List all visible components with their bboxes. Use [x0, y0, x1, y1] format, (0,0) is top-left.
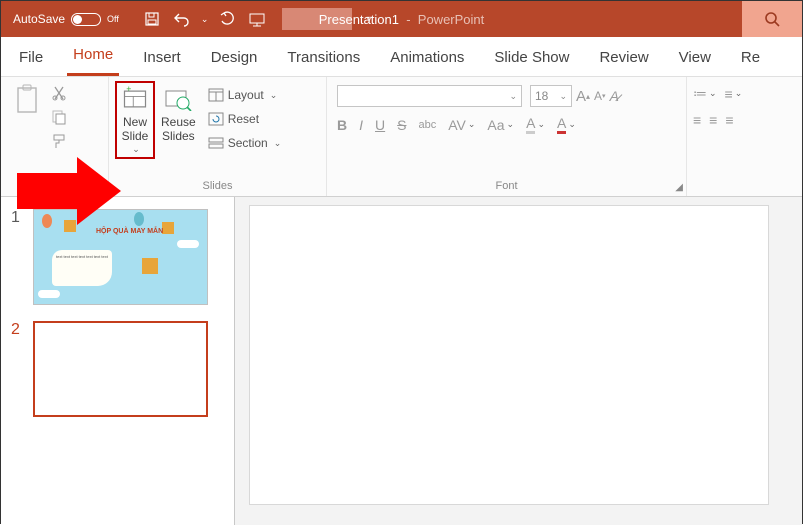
new-slide-button[interactable]: + New Slide ⌄	[115, 81, 155, 159]
undo-icon[interactable]	[171, 7, 193, 31]
thumbnail-row[interactable]: 2	[11, 321, 224, 417]
tab-transitions[interactable]: Transitions	[281, 41, 366, 76]
clipboard-icon	[13, 85, 41, 113]
tab-design[interactable]: Design	[205, 41, 264, 76]
quick-access-toolbar: AutoSave Off ⌄ ▿	[7, 7, 371, 31]
align-left-icon[interactable]: ≡	[693, 112, 701, 128]
paste-button[interactable]	[7, 81, 47, 119]
italic-button[interactable]: I	[359, 117, 363, 133]
align-center-icon[interactable]: ≡	[709, 112, 717, 128]
grow-font-icon[interactable]: A▴	[576, 88, 590, 105]
shrink-font-icon[interactable]: A▾	[594, 89, 606, 103]
cut-icon[interactable]	[51, 85, 67, 101]
reset-icon	[208, 111, 224, 127]
tab-insert[interactable]: Insert	[137, 41, 187, 76]
autosave-state: Off	[107, 14, 119, 24]
group-font: ⌄ 18⌄ A▴ A▾ A̷ B I U S abc AV⌄ Aa⌄ A⌄ A⌄…	[327, 77, 687, 196]
clear-formatting-icon[interactable]: A̷	[610, 88, 619, 104]
reset-button[interactable]: Reset	[206, 109, 284, 129]
group-slides: + New Slide ⌄ Reuse Slides Layout⌄ Reset	[109, 77, 327, 196]
text-shadow-button[interactable]: abc	[418, 119, 436, 131]
window-title: Presentation1 - PowerPoint	[319, 12, 485, 27]
svg-text:+: +	[126, 86, 131, 94]
group-label: Font	[333, 180, 680, 194]
search-button[interactable]	[742, 1, 802, 37]
section-icon	[208, 135, 224, 151]
redo-icon[interactable]	[216, 7, 238, 31]
strike-button[interactable]: S	[397, 117, 406, 133]
slide1-title: HỘP QUÀ MAY MẮN	[96, 228, 163, 235]
font-size-dropdown[interactable]: 18⌄	[530, 85, 572, 107]
slide-number: 2	[11, 321, 25, 417]
ribbon-tabs: File Home Insert Design Transitions Anim…	[1, 37, 802, 77]
bullets-icon[interactable]: ≔⌄	[693, 85, 717, 102]
slide-canvas-area	[235, 197, 802, 525]
autosave-toggle[interactable]: AutoSave Off	[7, 10, 125, 28]
section-button[interactable]: Section⌄	[206, 133, 284, 153]
tab-home[interactable]: Home	[67, 38, 119, 76]
layout-icon	[208, 87, 224, 103]
numbering-icon[interactable]: ≡⌄	[725, 86, 743, 102]
callout-arrow	[17, 173, 77, 209]
tab-file[interactable]: File	[13, 41, 49, 76]
new-slide-icon: +	[121, 85, 149, 113]
char-spacing-button[interactable]: AV⌄	[448, 117, 475, 133]
layout-button[interactable]: Layout⌄	[206, 85, 284, 105]
slide1-textbox: text text text text text text text	[52, 250, 112, 286]
group-label: Slides	[115, 180, 320, 194]
group-paragraph: ≔⌄ ≡⌄ ≡ ≡ ≡	[687, 77, 802, 196]
tab-slide-show[interactable]: Slide Show	[488, 41, 575, 76]
bold-button[interactable]: B	[337, 117, 347, 133]
reuse-slides-button[interactable]: Reuse Slides	[155, 81, 202, 148]
autosave-label: AutoSave	[13, 12, 65, 26]
font-family-dropdown[interactable]: ⌄	[337, 85, 522, 107]
tab-view[interactable]: View	[673, 41, 717, 76]
format-painter-icon[interactable]	[51, 133, 67, 149]
slide-thumbnail-2[interactable]	[33, 321, 208, 417]
tab-animations[interactable]: Animations	[384, 41, 470, 76]
slide-number: 1	[11, 209, 25, 305]
slide-canvas[interactable]	[249, 205, 769, 505]
reuse-slides-label: Reuse Slides	[161, 115, 196, 144]
align-right-icon[interactable]: ≡	[725, 112, 733, 128]
toggle-knob	[73, 15, 82, 24]
new-slide-label: New Slide	[122, 115, 149, 144]
change-case-button[interactable]: Aa⌄	[487, 117, 514, 133]
copy-icon[interactable]	[51, 109, 67, 125]
reuse-slides-icon	[164, 85, 192, 113]
undo-dropdown-icon[interactable]: ⌄	[201, 14, 209, 25]
underline-button[interactable]: U	[375, 117, 385, 133]
workspace: 1 HỘP QUÀ MAY MẮN text text text text te…	[1, 197, 802, 525]
font-color-button[interactable]: A⌄	[557, 115, 576, 134]
slideshow-start-icon[interactable]	[246, 7, 268, 31]
slide-thumbnails-panel: 1 HỘP QUÀ MAY MẮN text text text text te…	[1, 197, 235, 525]
toggle-track	[71, 13, 101, 26]
ribbon: Clipboard ◢ + New Slide ⌄ Reuse Slides	[1, 77, 802, 197]
title-bar: AutoSave Off ⌄ ▿ Presentation1 - PowerPo…	[1, 1, 802, 37]
highlight-color-button[interactable]: A⌄	[526, 115, 545, 134]
font-launcher-icon[interactable]: ◢	[675, 182, 683, 193]
tab-overflow[interactable]: Re	[735, 41, 766, 76]
tab-review[interactable]: Review	[593, 41, 654, 76]
save-icon[interactable]	[141, 7, 163, 31]
chevron-down-icon: ⌄	[132, 144, 140, 155]
